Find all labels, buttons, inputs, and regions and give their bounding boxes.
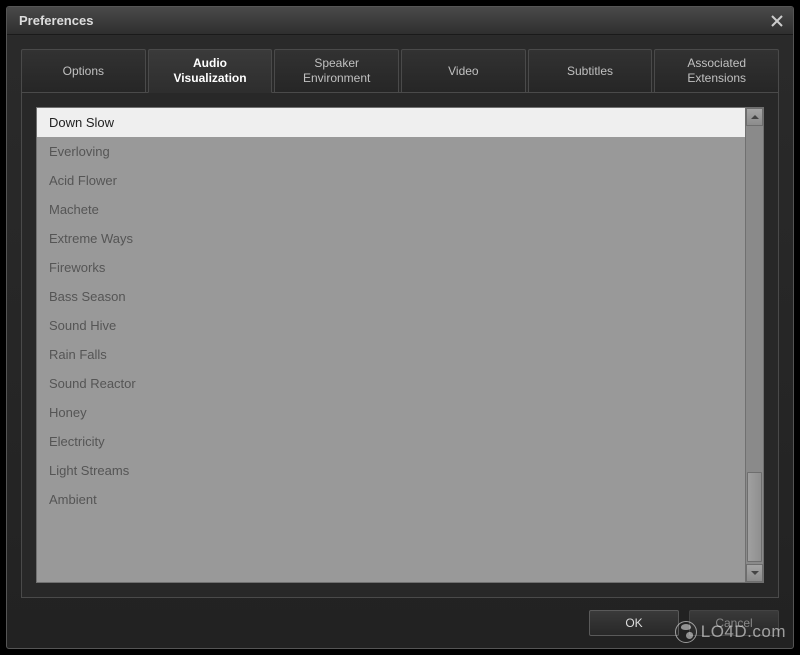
close-icon [771,15,783,27]
list-item[interactable]: Fireworks [37,253,745,282]
chevron-down-icon [751,569,759,577]
ok-button[interactable]: OK [589,610,679,636]
tab-speaker-environment[interactable]: SpeakerEnvironment [274,49,399,93]
list-item[interactable]: Sound Hive [37,311,745,340]
list-items-container: Down Slow Everloving Acid Flower Machete… [37,108,745,582]
content-area: Options AudioVisualization SpeakerEnviro… [7,35,793,648]
list-item[interactable]: Acid Flower [37,166,745,195]
list-item[interactable]: Everloving [37,137,745,166]
scroll-thumb[interactable] [747,472,762,562]
list-item[interactable]: Down Slow [37,108,745,137]
titlebar: Preferences [7,7,793,35]
scroll-track[interactable] [746,126,763,564]
list-item[interactable]: Honey [37,398,745,427]
list-item[interactable]: Bass Season [37,282,745,311]
chevron-up-icon [751,113,759,121]
cancel-button[interactable]: Cancel [689,610,779,636]
scroll-down-button[interactable] [746,564,763,582]
list-item[interactable]: Electricity [37,427,745,456]
window-title: Preferences [19,13,93,28]
list-item[interactable]: Sound Reactor [37,369,745,398]
preferences-window: Preferences Options AudioVisualization S… [6,6,794,649]
close-button[interactable] [767,11,787,31]
list-item[interactable]: Rain Falls [37,340,745,369]
scrollbar[interactable] [745,108,763,582]
visualization-listbox[interactable]: Down Slow Everloving Acid Flower Machete… [36,107,764,583]
scroll-up-button[interactable] [746,108,763,126]
tab-options[interactable]: Options [21,49,146,93]
tab-panel: Down Slow Everloving Acid Flower Machete… [21,92,779,598]
tab-associated-extensions[interactable]: AssociatedExtensions [654,49,779,93]
tab-subtitles[interactable]: Subtitles [528,49,653,93]
list-item[interactable]: Ambient [37,485,745,514]
list-item[interactable]: Machete [37,195,745,224]
tab-bar: Options AudioVisualization SpeakerEnviro… [21,49,779,93]
list-item[interactable]: Extreme Ways [37,224,745,253]
tab-audio-visualization[interactable]: AudioVisualization [148,49,273,93]
tab-video[interactable]: Video [401,49,526,93]
list-item[interactable]: Light Streams [37,456,745,485]
dialog-buttons: OK Cancel [21,598,779,636]
